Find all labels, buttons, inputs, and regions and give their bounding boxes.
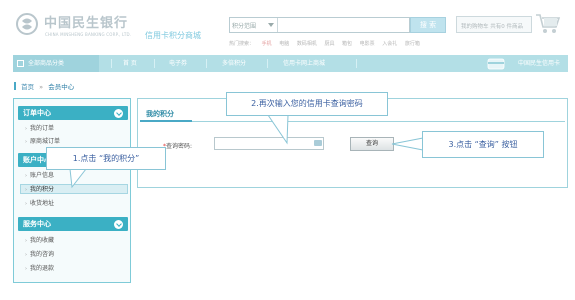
chevron-down-icon [114,109,123,118]
tab-my-points[interactable]: 我的积分 [146,109,174,119]
sidebar-item-label: 账户信息 [30,172,55,179]
nav-item-online-mall[interactable]: 信用卡网上商城 [283,55,325,72]
chevron-right-icon: › [25,266,27,272]
breadcrumb-home-link[interactable]: 首页 [21,83,34,91]
all-categories-menu[interactable]: 全部商品分类 [13,55,99,72]
callout-step-2: 2.再次输入您的信用卡查询密码 [226,92,388,116]
query-button[interactable]: 查询 [350,137,394,151]
hot-word[interactable]: 厨具 [324,41,334,47]
keyboard-icon[interactable] [314,140,322,146]
chevron-right-icon: › [25,252,27,258]
chevron-down-icon [114,220,123,229]
category-grid-icon [17,60,24,67]
sidebar-section-order-center[interactable]: 订单中心 [18,106,128,120]
sidebar-item-label: 我的咨询 [30,251,55,258]
sidebar-item-my-inquiries[interactable]: › 我的咨询 [25,250,54,260]
hot-word[interactable]: 数码相机 [297,41,317,47]
breadcrumb-current: 会员中心 [48,83,75,91]
hot-word[interactable]: 旅行箱 [405,41,420,47]
sidebar-item-my-favorites[interactable]: › 我的收藏 [25,236,54,246]
nav-divider [356,59,357,68]
search-button[interactable]: 搜 索 [410,17,446,33]
sidebar-section-service-center[interactable]: 服务中心 [18,217,128,231]
sidebar-section-title: 订单中心 [23,109,51,117]
nav-item-home[interactable]: 首 页 [123,55,137,72]
hot-word[interactable]: 电影票 [360,41,375,47]
search-input[interactable] [280,19,406,31]
sidebar-item-label: 我的退款 [30,265,55,272]
query-password-field[interactable] [214,137,324,150]
points-range-select-label: 积分范围 [232,23,257,30]
query-password-label: *查询密码: [163,141,192,150]
hot-word[interactable]: 入会礼 [382,41,397,47]
site-header: 中国民生银行 CHINA MINSHENG BANKING CORP., LTD… [0,0,575,54]
sidebar-section-title: 服务中心 [23,220,51,228]
chevron-right-icon: › [25,126,27,132]
sidebar-item-shipping-address[interactable]: › 收货地址 [25,199,54,209]
sidebar-item-my-points[interactable]: › 我的积分 [20,184,128,194]
hot-search-words: 热门搜索： 手机 电脑 数码相机 厨具 箱包 电影票 入会礼 旅行箱 [229,40,459,47]
query-password-label-text: 查询密码: [166,143,193,150]
sidebar-item-label: 我的收藏 [30,237,55,244]
sidebar-item-label: 原商城订单 [30,138,61,145]
sidebar-item-account-info[interactable]: › 账户信息 [25,171,54,181]
chevron-right-icon: › [25,187,27,193]
sidebar-item-label: 我的订单 [30,125,55,132]
nav-divider [206,59,207,68]
bank-name[interactable]: 中国民生银行 [44,12,128,31]
chevron-right-icon: › [25,201,27,207]
bank-logo-icon[interactable] [16,13,38,35]
nav-item-multi-points[interactable]: 多倍积分 [222,55,246,72]
sidebar-item-label: 我的积分 [30,186,55,193]
nav-item-e-coupon[interactable]: 电子券 [169,55,187,72]
chevron-right-icon: › [25,238,27,244]
main-nav: 全部商品分类 首 页 电子券 多倍积分 信用卡网上商城 中国民生信用卡 [13,55,568,72]
credit-card-icon [487,58,505,70]
callout-step-3: 3.点击 “查询” 按钮 [422,131,544,158]
breadcrumb: 首页 » 会员中心 [14,81,74,91]
all-categories-label: 全部商品分类 [28,60,65,67]
points-range-select[interactable]: 积分范围 [230,18,278,32]
nav-divider [111,59,112,68]
breadcrumb-separator: » [39,83,44,91]
chevron-down-icon [268,23,274,27]
sidebar-item-my-refunds[interactable]: › 我的退款 [25,264,54,274]
member-sidebar: 订单中心 › 我的订单 › 原商城订单 账户中心 › 账户信息 › 我的积分 › 收货地址… [13,98,131,283]
callout-step-1: 1.点击 “我的积分” [46,147,166,170]
hot-word[interactable]: 手机 [262,41,272,47]
shopping-cart-icon[interactable] [535,12,561,34]
sidebar-item-label: 收货地址 [30,200,55,207]
tab-active-indicator [140,120,192,122]
hot-search-label: 热门搜索： [229,41,255,47]
chevron-right-icon: › [25,139,27,145]
bank-name-english: CHINA MINSHENG BANKING CORP., LTD. [45,32,132,37]
nav-divider [267,59,268,68]
search-box: 积分范围 [229,17,410,33]
sidebar-item-my-orders[interactable]: › 我的订单 [25,124,54,134]
sidebar-item-legacy-orders[interactable]: › 原商城订单 [25,137,60,147]
minsheng-credit-card-link[interactable]: 中国民生信用卡 [518,55,560,72]
shopping-cart-summary[interactable]: 我的购物车 共有0 件商品 [456,16,532,33]
chevron-right-icon: › [25,173,27,179]
mall-name[interactable]: 信用卡积分商城 [145,30,201,41]
tab-divider [140,121,565,122]
nav-divider [154,59,155,68]
hot-word[interactable]: 箱包 [342,41,352,47]
breadcrumb-marker [14,82,16,90]
hot-word[interactable]: 电脑 [279,41,289,47]
